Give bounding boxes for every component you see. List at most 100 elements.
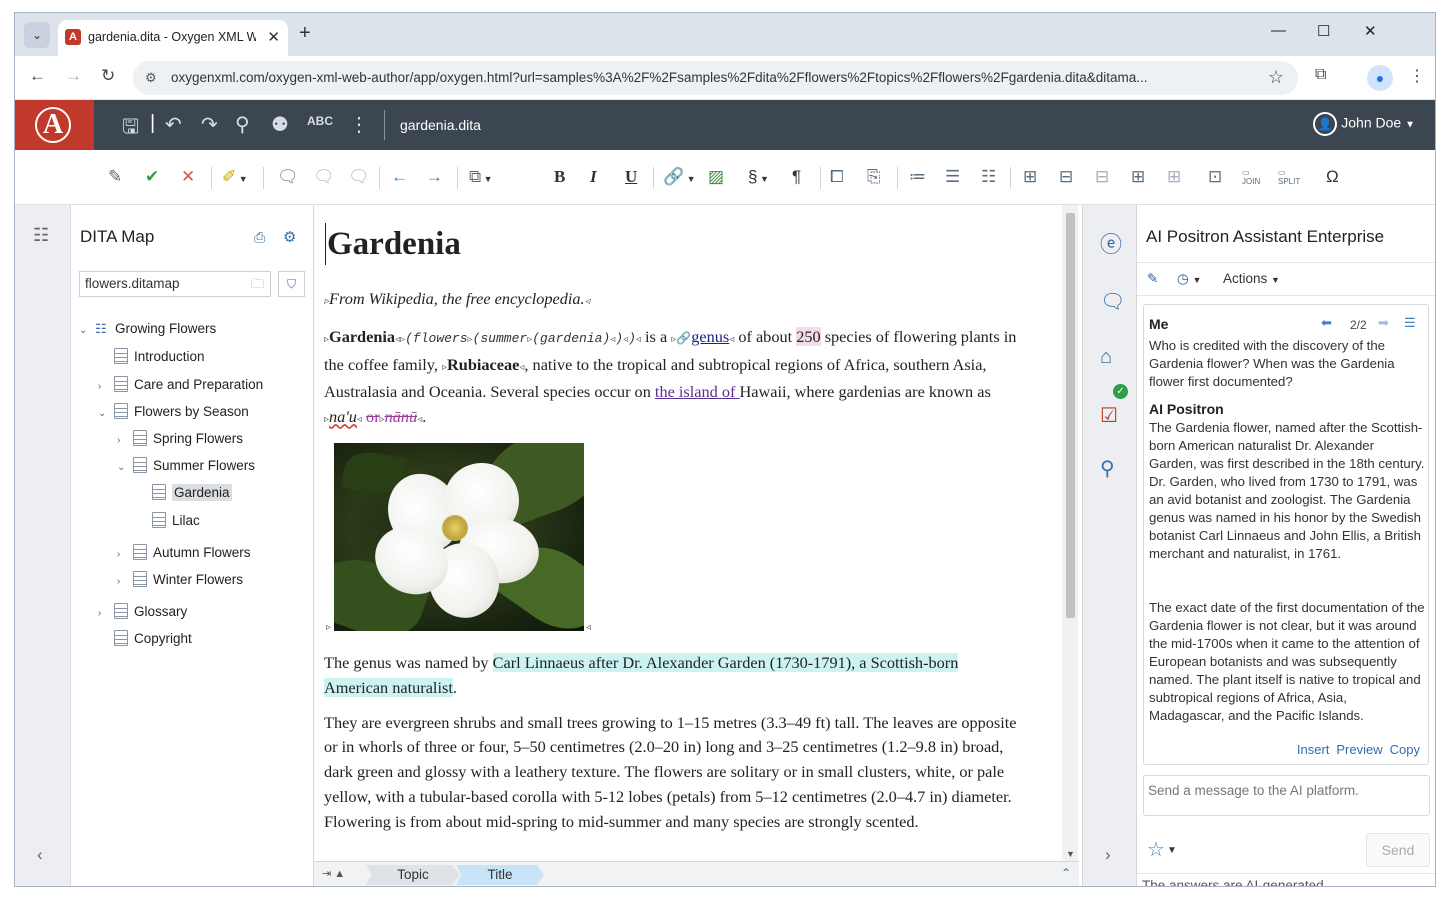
tree-item[interactable]: ⌄ Summer Flowers <box>117 457 255 473</box>
folder-icon[interactable]: 🗀 <box>251 272 264 296</box>
track-changes-icon[interactable]: ✎ <box>108 167 122 187</box>
table-properties-icon[interactable]: ⊡ <box>1208 167 1222 187</box>
breadcrumb-nav-icon[interactable]: ⇥ ▲ <box>322 867 345 880</box>
topic-title[interactable]: Gardenia <box>325 223 1024 265</box>
paragraph-2[interactable]: The genus was named by Carl Linnaeus aft… <box>324 651 1024 701</box>
send-button[interactable]: Send <box>1366 833 1430 867</box>
insert-list-item-icon[interactable]: ≔ <box>909 167 926 187</box>
tree-item-selected[interactable]: Gardenia <box>136 484 232 501</box>
search-icon[interactable]: ⚲ <box>235 112 250 137</box>
url-text[interactable]: oxygenxml.com/oxygen-xml-web-author/app/… <box>171 70 1231 85</box>
insert-button[interactable]: Insert <box>1297 742 1330 757</box>
paste-icon[interactable]: ⧉ ▼ <box>469 167 493 187</box>
paragraph-icon[interactable]: ¶ <box>792 167 801 187</box>
open-map-icon[interactable]: ⎙ <box>254 229 265 246</box>
insert-reference-icon[interactable]: ⎘ <box>867 167 881 187</box>
validation-icon[interactable]: ☑ <box>1100 403 1118 428</box>
settings-gear-icon[interactable]: ⚙ <box>283 228 296 246</box>
tree-item[interactable]: › Spring Flowers <box>117 430 243 446</box>
link-icon[interactable]: 🔗 ▼ <box>663 167 696 187</box>
tag-start-marker[interactable]: ▹ <box>326 622 331 633</box>
gardenia-image[interactable]: ▹ ◃ <box>326 442 599 633</box>
close-tab-icon[interactable]: ✕ <box>267 28 280 46</box>
tree-item[interactable]: › Care and Preparation <box>98 376 263 392</box>
tree-item[interactable]: Introduction <box>98 348 205 364</box>
foreign-term-nanu[interactable]: nānū <box>385 407 418 426</box>
oxygen-logo[interactable]: A <box>15 100 94 150</box>
ordered-list-icon[interactable]: ☰ <box>945 167 960 187</box>
underline-icon[interactable]: U <box>625 167 637 187</box>
chevron-right-icon[interactable]: › <box>117 549 129 560</box>
extensions-icon[interactable]: ⧉ <box>1315 66 1326 84</box>
highlight-icon[interactable]: ✐ ▼ <box>222 167 248 187</box>
browser-tab[interactable]: A gardenia.dita - Oxygen XML We ✕ <box>58 20 288 56</box>
tree-item[interactable]: › Glossary <box>98 603 187 619</box>
bold-icon[interactable]: B <box>554 167 565 187</box>
insert-column-icon[interactable]: ⊞ <box>1131 167 1145 187</box>
bookmark-star-icon[interactable]: ☆ <box>1268 67 1284 88</box>
filter-icon[interactable]: ⛉ <box>278 271 305 297</box>
deleted-text[interactable]: or <box>366 407 380 426</box>
collapse-up-icon[interactable]: ⌃ <box>1061 866 1071 880</box>
previous-arrow-icon[interactable]: ⬅ <box>1321 314 1332 332</box>
copy-button[interactable]: Copy <box>1390 742 1420 757</box>
tree-item[interactable]: › Winter Flowers <box>117 571 243 587</box>
scrollbar-thumb[interactable] <box>1066 213 1075 618</box>
save-icon[interactable]: 🖫 <box>122 112 139 146</box>
favorites-star-icon[interactable]: ☆ ▼ <box>1147 837 1177 862</box>
new-chat-icon[interactable]: ✎ <box>1147 271 1158 287</box>
paragraph-1[interactable]: ▹Gardenia◃▹(flowers▹(summer▹(gardenia)◃)… <box>324 325 1024 433</box>
tree-item[interactable]: ⌄ ☷ Growing Flowers <box>79 321 216 337</box>
genus-link[interactable]: genus <box>691 327 729 346</box>
undo-icon[interactable]: ↶ <box>165 112 182 137</box>
tree-item[interactable]: › Autumn Flowers <box>117 544 251 560</box>
tag-end-marker[interactable]: ◃ <box>357 414 362 425</box>
profile-avatar-icon[interactable]: ● <box>1367 65 1393 91</box>
document-content[interactable]: Gardenia ▹From Wikipedia, the free encyc… <box>324 223 1024 845</box>
collapse-left-icon[interactable]: ‹ <box>37 845 43 865</box>
chevron-right-icon[interactable]: › <box>117 435 129 446</box>
special-characters-icon[interactable]: Ω <box>1326 167 1339 187</box>
forward-icon[interactable]: → <box>65 66 82 86</box>
chevron-down-icon[interactable]: ⌄ <box>98 408 110 419</box>
reply-comment-icon[interactable]: 🗨 <box>348 167 370 187</box>
editor-scrollbar[interactable]: ▼ <box>1062 205 1078 861</box>
back-icon[interactable]: ← <box>29 66 46 86</box>
chevron-right-icon[interactable]: › <box>117 576 129 587</box>
breadcrumb-topic[interactable]: Topic <box>366 865 460 885</box>
tag-end-marker[interactable]: ◃ <box>586 622 591 633</box>
delete-column-icon[interactable]: ⊞ <box>1167 167 1181 187</box>
delete-row-icon[interactable]: ⊟ <box>1095 167 1109 187</box>
breadcrumb-title[interactable]: Title <box>456 865 544 885</box>
user-menu[interactable]: 👤 John Doe ▼ <box>1313 112 1415 136</box>
highlighted-number[interactable]: 250 <box>796 326 821 346</box>
chevron-right-icon[interactable]: › <box>98 381 110 392</box>
next-change-icon[interactable]: → <box>426 167 443 187</box>
tree-item[interactable]: ⌄ Flowers by Season <box>98 403 249 419</box>
minimize-icon[interactable]: — <box>1271 22 1286 39</box>
chevron-down-icon[interactable]: ⌄ <box>79 325 91 336</box>
join-cells-icon[interactable]: ▭ JOIN <box>1242 168 1260 186</box>
split-cell-icon[interactable]: ▭ SPLIT <box>1278 168 1300 186</box>
paragraph-3[interactable]: They are evergreen shrubs and small tree… <box>324 711 1024 835</box>
find-replace-icon[interactable]: ⚲ <box>1100 456 1115 481</box>
actions-menu[interactable]: Actions ▼ <box>1223 271 1280 286</box>
attributes-tag-icon[interactable]: ⌂ <box>1100 346 1112 369</box>
address-bar[interactable]: ⚙ oxygenxml.com/oxygen-xml-web-author/ap… <box>133 61 1298 95</box>
table-icon[interactable]: ⊞ <box>1023 167 1037 187</box>
edit-prompt-icon[interactable]: ☰ <box>1404 314 1416 332</box>
dita-map-view-icon[interactable]: ☷ <box>33 225 49 246</box>
history-icon[interactable]: ◷ ▼ <box>1177 271 1201 287</box>
comments-icon[interactable]: 🗨 <box>1100 289 1125 314</box>
section-icon[interactable]: § ▼ <box>748 167 769 187</box>
next-arrow-icon[interactable]: ➡ <box>1378 314 1389 332</box>
spellcheck-icon[interactable]: ABC <box>307 114 333 128</box>
insert-row-icon[interactable]: ⊟ <box>1059 167 1073 187</box>
short-description[interactable]: ▹From Wikipedia, the free encyclopedia.◃ <box>324 287 1024 315</box>
site-info-icon[interactable]: ⚙ <box>145 70 157 86</box>
new-tab-icon[interactable]: + <box>299 22 311 45</box>
accept-change-icon[interactable]: ✔ <box>145 167 159 187</box>
more-vertical-icon[interactable]: ⋮ <box>349 112 369 137</box>
insert-element-icon[interactable]: ⧠ <box>830 167 844 187</box>
reload-icon[interactable]: ↻ <box>101 66 115 86</box>
